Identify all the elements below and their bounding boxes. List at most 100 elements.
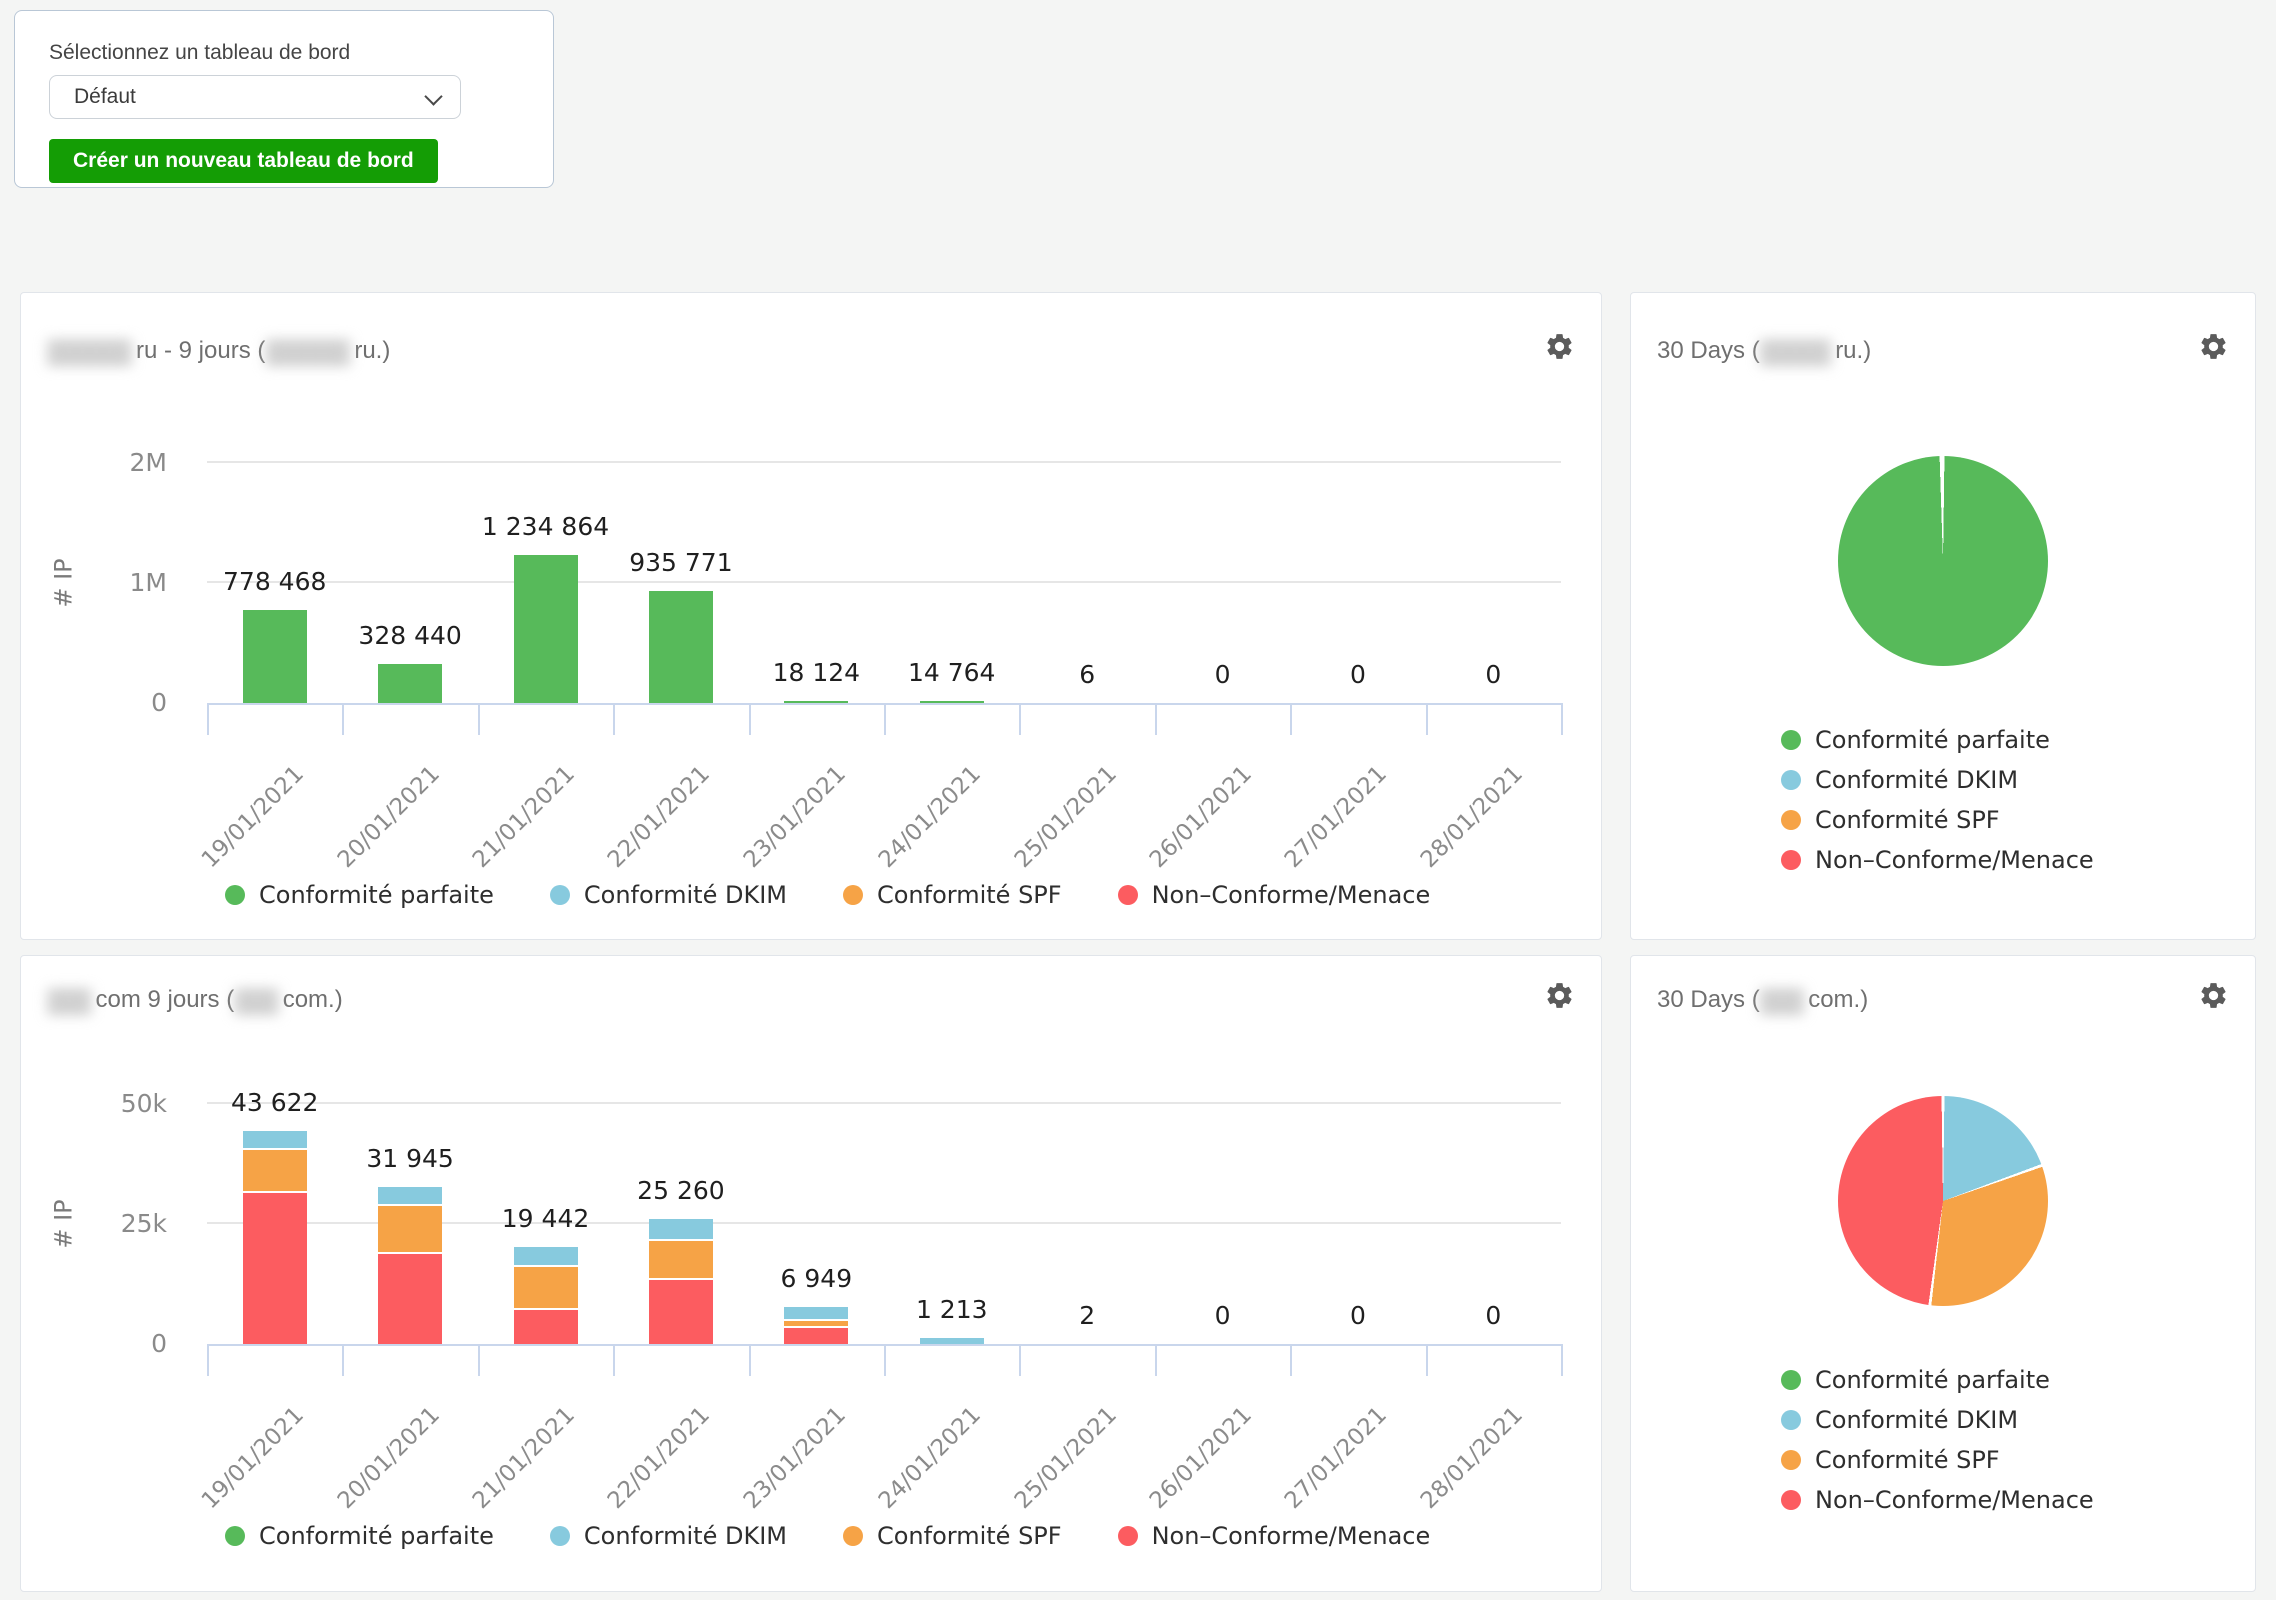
create-dashboard-button[interactable]: Créer un nouveau tableau de bord xyxy=(49,139,438,183)
bar-slot: 14 76424/01/2021 xyxy=(884,463,1019,703)
legend-item-dkim[interactable]: Conformité DKIM xyxy=(1781,1406,2094,1434)
y-axis-tick-label: 50k xyxy=(47,1089,167,1118)
legend-item-dkim[interactable]: Conformité DKIM xyxy=(550,881,787,909)
settings-gear-icon[interactable] xyxy=(2198,980,2229,1016)
bar-slot: 6 94923/01/2021 xyxy=(749,1104,884,1344)
chart-legend: Conformité parfaite Conformité DKIM Confor… xyxy=(225,881,1430,909)
legend-dot-icon xyxy=(1781,1410,1801,1430)
legend-item-spf[interactable]: Conformité SPF xyxy=(1781,806,2094,834)
panel-title-text: com.) xyxy=(283,986,343,1013)
legend-dot-icon xyxy=(1118,1526,1138,1546)
pie-chart-panel-com: 30 Days (▓▓▓com.) Conformité parfaiteCon… xyxy=(1630,955,2256,1592)
axis-tick xyxy=(613,703,615,735)
stacked-bar xyxy=(514,555,578,703)
bar-value-label: 25 260 xyxy=(637,1176,724,1205)
bar-slot: 027/01/2021 xyxy=(1290,463,1425,703)
axis-tick xyxy=(1561,703,1563,735)
bar-segment-dkim xyxy=(784,1307,848,1319)
redacted-domain-text: ▓▓▓ xyxy=(1760,987,1801,1015)
legend-dot-icon xyxy=(1781,850,1801,870)
legend-label: Conformité SPF xyxy=(877,881,1062,909)
dashboard-select-value: Défaut xyxy=(74,85,136,109)
stacked-bar xyxy=(243,610,307,703)
legend-dot-icon xyxy=(1781,770,1801,790)
stacked-bar xyxy=(378,1187,442,1344)
dashboard-selector-label: Sélectionnez un tableau de bord xyxy=(49,41,350,65)
bar-value-label: 6 xyxy=(1079,660,1095,689)
legend-dot-icon xyxy=(843,885,863,905)
x-axis-label: 23/01/2021 xyxy=(739,1402,851,1514)
axis-tick xyxy=(1426,703,1428,735)
x-axis-label: 19/01/2021 xyxy=(197,761,309,873)
legend-label: Conformité SPF xyxy=(1815,1446,2000,1474)
legend-item-non_conforme[interactable]: Non–Conforme/Menace xyxy=(1118,1522,1431,1550)
bar-value-label: 935 771 xyxy=(629,548,732,577)
x-axis-label: 28/01/2021 xyxy=(1416,1402,1528,1514)
bar-value-label: 778 468 xyxy=(223,567,326,596)
legend-dot-icon xyxy=(1781,730,1801,750)
legend-dot-icon xyxy=(225,1526,245,1546)
bar-slot: 028/01/2021 xyxy=(1426,1104,1561,1344)
x-axis-label: 27/01/2021 xyxy=(1280,761,1392,873)
chart-legend: Conformité parfaite Conformité DKIM Confor… xyxy=(225,1522,1430,1550)
legend-item-spf[interactable]: Conformité SPF xyxy=(843,881,1062,909)
legend-item-parfaite[interactable]: Conformité parfaite xyxy=(225,881,494,909)
legend-item-parfaite[interactable]: Conformité parfaite xyxy=(1781,1366,2094,1394)
dashboard-selector-card: Sélectionnez un tableau de bord Défaut C… xyxy=(14,10,554,188)
bar-value-label: 0 xyxy=(1215,1301,1231,1330)
stacked-bar xyxy=(920,1338,984,1344)
stacked-bar xyxy=(378,664,442,703)
bar-chart-panel-com: ▓▓▓com 9 jours (▓▓▓com.) 025k50k# IP43 6… xyxy=(20,955,1602,1592)
bar-slot: 027/01/2021 xyxy=(1290,1104,1425,1344)
bar-slot: 026/01/2021 xyxy=(1155,1104,1290,1344)
legend-label: Conformité SPF xyxy=(877,1522,1062,1550)
x-axis-label: 19/01/2021 xyxy=(197,1402,309,1514)
legend-label: Non–Conforme/Menace xyxy=(1815,1486,2094,1514)
dashboard-select[interactable]: Défaut xyxy=(49,75,461,119)
bar-chart-panel-ru: ▓▓▓▓▓▓ru - 9 jours (▓▓▓▓▓▓ru.) 01M2M# IP… xyxy=(20,292,1602,940)
bar-segment-parfaite xyxy=(649,591,713,703)
y-axis-tick-label: 0 xyxy=(47,1329,167,1358)
legend-item-dkim[interactable]: Conformité DKIM xyxy=(550,1522,787,1550)
redacted-domain-text: ▓▓▓▓▓▓ xyxy=(265,338,346,366)
legend-label: Conformité DKIM xyxy=(1815,1406,2018,1434)
legend-item-parfaite[interactable]: Conformité parfaite xyxy=(1781,726,2094,754)
redacted-domain-text: ▓▓▓ xyxy=(47,987,88,1015)
settings-gear-icon[interactable] xyxy=(2198,331,2229,367)
bar-value-label: 0 xyxy=(1485,660,1501,689)
pie-chart xyxy=(1838,1096,2048,1306)
legend-item-non_conforme[interactable]: Non–Conforme/Menace xyxy=(1781,846,2094,874)
panel-title: ▓▓▓▓▓▓ru - 9 jours (▓▓▓▓▓▓ru.) xyxy=(47,337,390,365)
x-axis-label: 20/01/2021 xyxy=(332,761,444,873)
x-axis-label: 26/01/2021 xyxy=(1145,761,1257,873)
bar-value-label: 6 949 xyxy=(781,1264,853,1293)
bar-slots: 778 46819/01/2021328 44020/01/20211 234 … xyxy=(207,463,1561,703)
legend-item-non_conforme[interactable]: Non–Conforme/Menace xyxy=(1781,1486,2094,1514)
stacked-bar xyxy=(649,591,713,703)
legend-label: Non–Conforme/Menace xyxy=(1152,881,1431,909)
axis-tick xyxy=(478,1344,480,1376)
bar-value-label: 43 622 xyxy=(231,1088,318,1117)
panel-title-text: ru - 9 jours ( xyxy=(136,337,265,364)
axis-tick xyxy=(342,1344,344,1376)
y-axis-title: # IP xyxy=(50,558,78,607)
bar-slot: 225/01/2021 xyxy=(1019,1104,1154,1344)
bar-segment-spf xyxy=(784,1321,848,1326)
axis-tick xyxy=(207,703,209,735)
y-axis-tick-label: 2M xyxy=(47,448,167,477)
legend-label: Conformité DKIM xyxy=(1815,766,2018,794)
legend-item-dkim[interactable]: Conformité DKIM xyxy=(1781,766,2094,794)
axis-tick xyxy=(1019,703,1021,735)
settings-gear-icon[interactable] xyxy=(1544,331,1575,367)
legend-item-spf[interactable]: Conformité SPF xyxy=(843,1522,1062,1550)
settings-gear-icon[interactable] xyxy=(1544,980,1575,1016)
legend-item-spf[interactable]: Conformité SPF xyxy=(1781,1446,2094,1474)
legend-item-parfaite[interactable]: Conformité parfaite xyxy=(225,1522,494,1550)
bar-value-label: 328 440 xyxy=(358,621,461,650)
legend-item-non_conforme[interactable]: Non–Conforme/Menace xyxy=(1118,881,1431,909)
panel-title: ▓▓▓com 9 jours (▓▓▓com.) xyxy=(47,986,343,1014)
legend-label: Non–Conforme/Menace xyxy=(1815,846,2094,874)
bar-slot: 328 44020/01/2021 xyxy=(342,463,477,703)
chevron-down-icon xyxy=(424,87,442,105)
redacted-domain-text: ▓▓▓▓▓ xyxy=(1760,338,1827,366)
